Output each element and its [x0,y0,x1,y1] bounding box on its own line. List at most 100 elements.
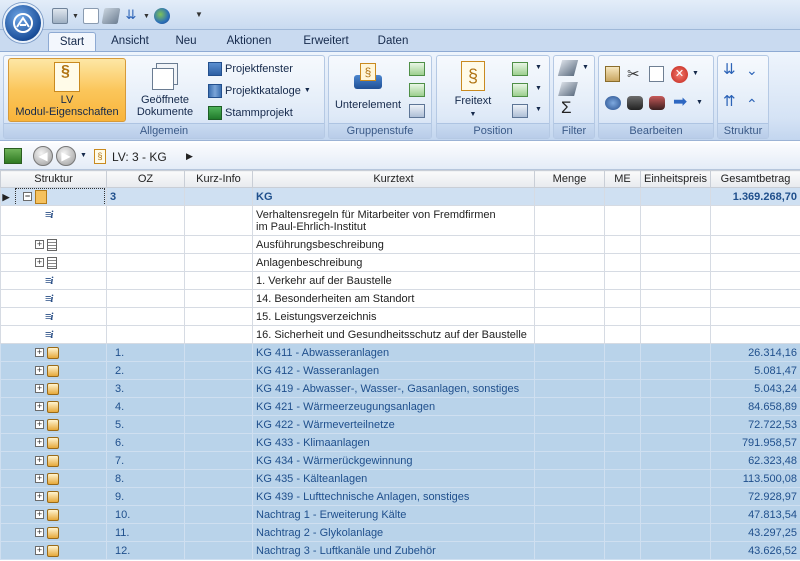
oz-cell[interactable]: 3. [106,379,185,398]
back-button[interactable]: ◀ [33,146,53,166]
tab-erweitert[interactable]: Erweitert [294,32,358,51]
col-header-kurz-info[interactable]: Kurz-Info [184,170,253,188]
oz-cell[interactable]: 11. [106,523,185,542]
menge-cell[interactable] [534,235,605,254]
gesamtbetrag-cell[interactable] [710,271,800,290]
oz-cell[interactable]: 8. [106,469,185,488]
filter-icon[interactable] [557,60,579,76]
kurztext-cell[interactable]: 16. Sicherheit und Gesundheitsschutz auf… [252,325,535,344]
save-icon[interactable] [52,8,68,24]
einheitspreis-cell[interactable] [640,379,711,398]
tab-start[interactable]: Start [48,32,96,51]
expand-toggle-icon[interactable]: + [35,510,44,519]
table-row-text[interactable]: ≡i 14. Besonderheiten am Standort [0,289,800,308]
struktur-cell[interactable]: + [0,343,107,362]
oz-cell[interactable] [106,205,185,236]
col-header-menge[interactable]: Menge [534,170,605,188]
insert-group-icon[interactable] [409,83,425,97]
table-row-group[interactable]: +11. Nachtrag 2 - Glykolanlage 43.297,25 [0,523,800,542]
open-documents-button[interactable]: Geöffnete Dokumente [132,58,198,122]
tab-daten[interactable]: Daten [370,32,416,51]
einheitspreis-cell[interactable] [640,271,711,290]
collapse-icon[interactable]: ⌃ [746,96,758,112]
kurz-info-cell[interactable] [184,433,253,452]
gesamtbetrag-cell[interactable]: 43.297,25 [710,523,800,542]
oz-cell[interactable]: 1. [106,343,185,362]
col-header-gesamtbetrag[interactable]: Gesamtbetrag [710,170,800,188]
einheitspreis-cell[interactable] [640,307,711,326]
expand-toggle-icon[interactable]: + [35,384,44,393]
insert-group-below-icon[interactable] [409,104,425,118]
gesamtbetrag-cell[interactable] [710,289,800,308]
me-cell[interactable] [604,451,641,470]
kurz-info-cell[interactable] [184,289,253,308]
table-row-text[interactable]: ≡i 16. Sicherheit und Gesundheitsschutz a… [0,325,800,344]
table-row-group[interactable]: +5. KG 422 - Wärmeverteilnetze 72.722,53 [0,415,800,434]
dropdown-arrow-icon[interactable]: ▼ [582,64,589,71]
struktur-cell[interactable]: + [0,361,107,380]
expand-toggle-icon[interactable]: + [35,240,44,249]
einheitspreis-cell[interactable] [640,397,711,416]
projektkataloge-button[interactable]: Projektkataloge ▼ [208,82,311,100]
me-cell[interactable] [604,433,641,452]
kurztext-cell[interactable]: KG 411 - Abwasseranlagen [252,343,535,362]
expand-toggle-icon[interactable]: + [35,366,44,375]
table-row-group[interactable]: +8. KG 435 - Kälteanlagen 113.500,08 [0,469,800,488]
expand-toggle-icon[interactable]: + [35,438,44,447]
tab-aktionen[interactable]: Aktionen [218,32,280,51]
col-header-me[interactable]: ME [604,170,641,188]
struktur-cell[interactable]: + [0,379,107,398]
kurz-info-cell[interactable] [184,205,253,236]
paste-icon[interactable] [605,66,620,82]
breadcrumb[interactable]: LV: 3 - KG [112,150,167,164]
kurztext-cell[interactable]: KG 412 - Wasseranlagen [252,361,535,380]
collapse-icon[interactable]: ⇊ [123,8,139,24]
struktur-cell[interactable]: + [0,469,107,488]
oz-cell[interactable]: 3 [106,187,185,206]
insert-position-icon[interactable] [512,83,528,97]
einheitspreis-cell[interactable] [640,253,711,272]
struktur-cell[interactable]: ≡i [0,205,107,236]
gesamtbetrag-cell[interactable]: 5.081,47 [710,361,800,380]
oz-cell[interactable] [106,271,185,290]
struktur-cell[interactable]: ≡i [0,307,107,326]
oz-cell[interactable]: 6. [106,433,185,452]
filter-clear-icon[interactable] [558,82,578,96]
table-row-text[interactable]: + Ausführungsbeschreibung [0,235,800,254]
kurztext-cell[interactable]: KG 435 - Kälteanlagen [252,469,535,488]
kurz-info-cell[interactable] [184,235,253,254]
table-row-text[interactable]: ≡i 1. Verkehr auf der Baustelle [0,271,800,290]
gesamtbetrag-cell[interactable] [710,307,800,326]
col-header-struktur[interactable]: Struktur [0,170,107,188]
copy-icon[interactable] [649,66,664,82]
kurztext-cell[interactable]: KG 439 - Lufttechnische Anlagen, sonstig… [252,487,535,506]
collapse-all-icon[interactable]: ⇈ [723,94,736,110]
me-cell[interactable] [604,307,641,326]
struktur-cell[interactable]: + [0,523,107,542]
history-dropdown-icon[interactable]: ▼ [80,152,87,159]
oz-cell[interactable]: 2. [106,361,185,380]
kurz-info-cell[interactable] [184,523,253,542]
app-menu-button[interactable] [3,3,43,43]
table-row-group[interactable]: +7. KG 434 - Wärmerückgewinnung 62.323,48 [0,451,800,470]
expand-all-icon[interactable]: ⇊ [723,62,736,78]
menge-cell[interactable] [534,271,605,290]
kurztext-cell[interactable]: Ausführungsbeschreibung [252,235,535,254]
einheitspreis-cell[interactable] [640,361,711,380]
struktur-cell[interactable]: + [0,487,107,506]
kurz-info-cell[interactable] [184,469,253,488]
me-cell[interactable] [604,271,641,290]
kurz-info-cell[interactable] [184,271,253,290]
table-row-text[interactable]: ≡i 15. Leistungsverzeichnis [0,307,800,326]
insert-position-above-icon[interactable] [512,62,528,76]
kurztext-cell[interactable]: Verhaltensregeln für Mitarbeiter von Fre… [252,205,535,236]
find-icon[interactable] [627,96,643,110]
freitext-button[interactable]: § Freitext ▼ [441,58,505,122]
insert-group-above-icon[interactable] [409,62,425,76]
gesamtbetrag-cell[interactable]: 791.958,57 [710,433,800,452]
menge-cell[interactable] [534,469,605,488]
menge-cell[interactable] [534,433,605,452]
struktur-cell[interactable]: + [0,505,107,524]
kurz-info-cell[interactable] [184,505,253,524]
oz-cell[interactable]: 12. [106,541,185,560]
